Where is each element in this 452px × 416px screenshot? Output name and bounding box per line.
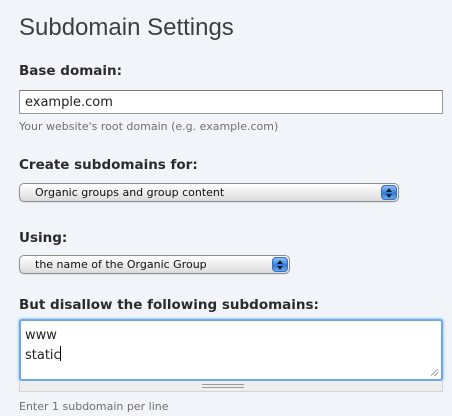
disallow-line: static	[25, 346, 61, 363]
text-caret	[59, 346, 61, 361]
disallow-help: Enter 1 subdomain per line	[19, 400, 169, 413]
up-down-arrows-icon	[272, 257, 288, 272]
base-domain-help: Your website's root domain (e.g. example…	[19, 120, 279, 133]
create-subdomains-select[interactable]: Organic groups and group content	[19, 183, 399, 202]
disallow-line: www	[25, 328, 57, 343]
disallow-textarea[interactable]: www static	[19, 319, 443, 381]
drag-handle-icon	[202, 384, 244, 388]
textarea-grippie[interactable]	[19, 381, 443, 392]
resize-corner-icon[interactable]	[431, 369, 438, 376]
using-selected: the name of the Organic Group	[35, 258, 207, 271]
using-select[interactable]: the name of the Organic Group	[19, 255, 290, 274]
disallow-label: But disallow the following subdomains:	[19, 297, 319, 313]
create-subdomains-label: Create subdomains for:	[19, 157, 198, 173]
base-domain-input[interactable]	[19, 90, 443, 114]
create-subdomains-selected: Organic groups and group content	[35, 186, 225, 199]
disallow-field: www static	[19, 319, 443, 392]
base-domain-label: Base domain:	[19, 63, 123, 79]
page-title: Subdomain Settings	[19, 14, 234, 41]
subdomain-settings-panel: Subdomain Settings Base domain: Your web…	[0, 0, 452, 416]
up-down-arrows-icon	[381, 185, 397, 200]
using-label: Using:	[19, 230, 68, 246]
